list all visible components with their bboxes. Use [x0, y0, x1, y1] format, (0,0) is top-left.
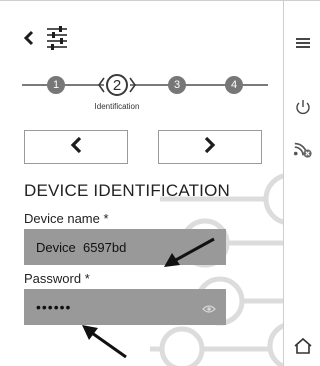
pointer-arrow-icon — [80, 323, 128, 364]
pointer-arrow-icon — [160, 237, 216, 274]
next-button[interactable] — [158, 130, 262, 164]
home-icon[interactable] — [293, 336, 313, 356]
password-field[interactable]: •••••• — [24, 289, 226, 325]
eye-icon[interactable] — [202, 301, 216, 317]
step-4[interactable]: 4 — [225, 76, 243, 94]
password-label: Password * — [24, 271, 90, 286]
password-value: •••••• — [36, 299, 72, 315]
previous-button[interactable] — [24, 130, 128, 164]
power-icon[interactable] — [293, 97, 313, 117]
device-name-label: Device name * — [24, 211, 109, 226]
right-sidebar — [283, 1, 320, 366]
chevron-left-icon[interactable] — [22, 29, 36, 47]
chevron-right-icon — [202, 135, 218, 160]
wifi-off-icon[interactable] — [293, 139, 313, 159]
main-panel: 1 2 3 4 Identification DEVICE IDENTIFICA… — [0, 1, 283, 366]
sliders-icon[interactable] — [46, 25, 68, 51]
step-2-active[interactable]: 2 — [98, 71, 136, 99]
progress-stepper: 1 2 3 4 Identification — [22, 71, 268, 115]
menu-icon[interactable] — [293, 33, 313, 53]
step-1[interactable]: 1 — [47, 76, 65, 94]
section-title: DEVICE IDENTIFICATION — [24, 181, 231, 200]
device-name-value: Device 6597bd — [36, 239, 127, 255]
chevron-left-icon — [68, 135, 84, 160]
step-caption: Identification — [94, 102, 140, 111]
step-3[interactable]: 3 — [168, 76, 186, 94]
step-2-label: 2 — [112, 77, 122, 94]
device-setup-screen: 1 2 3 4 Identification DEVICE IDENTIFICA… — [0, 0, 320, 366]
top-bar — [22, 23, 68, 53]
